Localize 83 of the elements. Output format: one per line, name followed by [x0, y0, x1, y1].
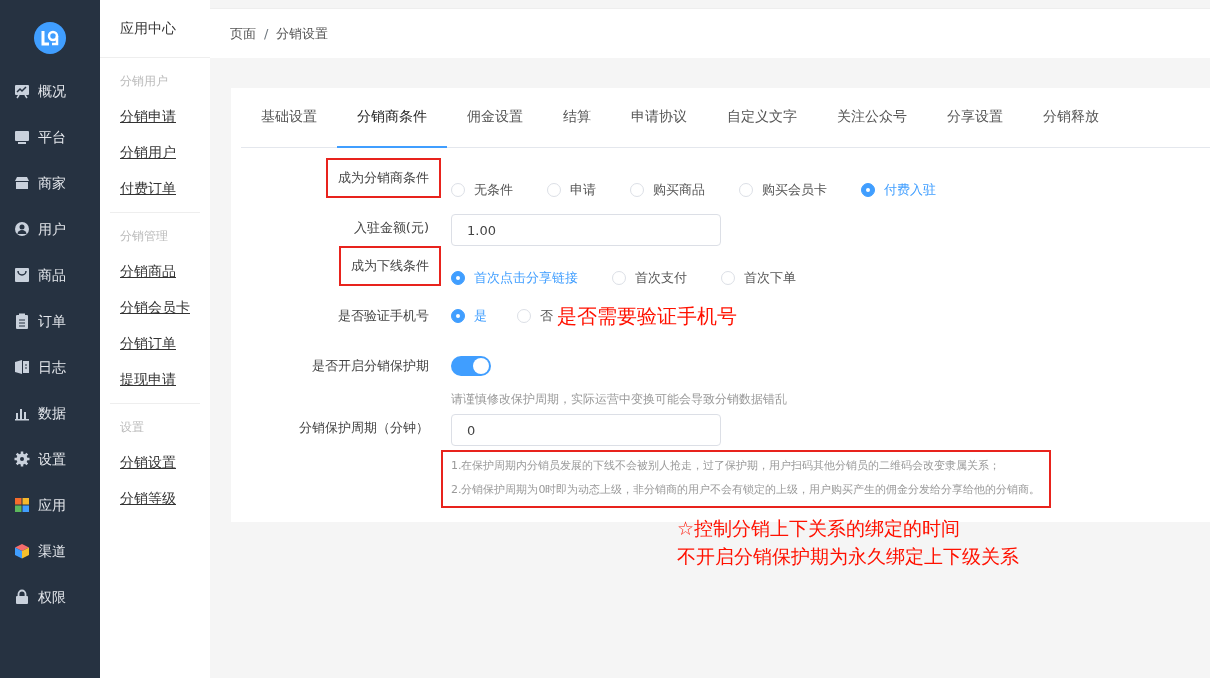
sidebar-label: 平台	[38, 127, 66, 147]
submenu-heading: 分销管理	[119, 228, 169, 245]
sidebar-label: 商家	[38, 173, 66, 193]
monitor-icon	[14, 129, 30, 145]
annotation-text: ☆控制分销上下关系的绑定的时间	[677, 516, 962, 541]
cube-icon	[14, 543, 30, 559]
sidebar-label: 设置	[38, 449, 66, 469]
annotation-text: 是否需要验证手机号	[557, 306, 737, 326]
tab[interactable]: 基础设置	[241, 88, 337, 148]
breadcrumb-item: 分销设置	[276, 24, 329, 43]
sidebar-label: 应用	[38, 495, 66, 515]
submenu-link[interactable]: 分销用户	[110, 134, 200, 170]
gear-icon	[14, 451, 30, 467]
radio-option[interactable]: 首次支付	[612, 268, 687, 288]
submenu-link[interactable]: 分销订单	[110, 325, 200, 361]
input-field[interactable]: 0	[451, 414, 721, 446]
radio-option[interactable]: 首次下单	[721, 268, 796, 288]
tab[interactable]: 结算	[543, 88, 611, 148]
sidebar-label: 日志	[38, 357, 66, 377]
breadcrumb-item[interactable]: 页面	[230, 23, 256, 44]
hint-text: 请谨慎修改保护周期，实际运营中变换可能会导致分销数据错乱	[451, 391, 787, 408]
sidebar-item[interactable]: 概况	[0, 68, 100, 114]
breadcrumb-separator: /	[264, 24, 269, 43]
tab[interactable]: 关注公众号	[817, 88, 927, 148]
lock-icon	[14, 589, 30, 605]
note-text: 1.在保护周期内分销员发展的下线不会被别人抢走，过了保护期，用户扫码其他分销员的二维码会改变隶属关系；	[451, 458, 1002, 474]
sidebar-label: 商品	[38, 265, 66, 285]
tab[interactable]: 佣金设置	[447, 88, 543, 148]
clipboard-icon	[14, 313, 30, 329]
field-label: 是否开启分销保护期	[311, 357, 430, 375]
sidebar-label: 用户	[38, 219, 66, 239]
sidebar-item[interactable]: 权限	[0, 574, 100, 620]
radio-option[interactable]: 申请	[547, 180, 596, 200]
sidebar-item[interactable]: 应用	[0, 482, 100, 528]
highlighted-label: 成为下线条件	[339, 246, 441, 286]
field-label: 入驻金额(元)	[352, 219, 430, 237]
store-icon	[14, 175, 30, 191]
sidebar-item[interactable]: 订单	[0, 298, 100, 344]
sidebar-label: 权限	[38, 587, 66, 607]
sidebar-item[interactable]: 商品	[0, 252, 100, 298]
submenu-link[interactable]: 分销申请	[110, 98, 200, 134]
sidebar-label: 订单	[38, 311, 66, 331]
tab[interactable]: 自定义文字	[707, 88, 817, 148]
note-text: 2.分销保护周期为0时即为动态上级，非分销商的用户不会有锁定的上级，用户购买产生的佣金分发给分享给他的分销商。	[451, 482, 1041, 498]
field-label: 是否验证手机号	[337, 307, 430, 325]
chart-icon	[14, 83, 30, 99]
radio-option[interactable]: 购买会员卡	[739, 180, 827, 200]
annotation-text: 不开启分销保护期为永久绑定上下级关系	[677, 544, 1020, 569]
apps-icon	[14, 497, 30, 513]
toggle-switch[interactable]	[451, 356, 491, 376]
sidebar-item[interactable]: 用户	[0, 206, 100, 252]
tab[interactable]: 分销释放	[1023, 88, 1119, 148]
field-label: 分销保护周期（分钟）	[298, 419, 430, 437]
highlighted-label: 成为分销商条件	[326, 158, 441, 198]
input-field[interactable]: 1.00	[451, 214, 721, 246]
tab[interactable]: 申请协议	[611, 88, 707, 148]
submenu-link[interactable]: 付费订单	[110, 170, 200, 206]
sidebar-item[interactable]: 数据	[0, 390, 100, 436]
submenu-title: 应用中心	[120, 19, 176, 38]
tab[interactable]: 分销商条件	[337, 88, 447, 148]
submenu-link[interactable]: 分销会员卡	[110, 289, 200, 325]
sidebar-item[interactable]: 设置	[0, 436, 100, 482]
submenu-link[interactable]: 提现申请	[110, 361, 200, 397]
user-icon	[14, 221, 30, 237]
sidebar-item[interactable]: 平台	[0, 114, 100, 160]
submenu-link[interactable]: 分销等级	[110, 480, 200, 516]
sidebar-item[interactable]: 日志	[0, 344, 100, 390]
logo-icon	[34, 22, 66, 54]
bag-icon	[14, 267, 30, 283]
radio-option[interactable]: 否	[517, 306, 553, 326]
sidebar-label: 概况	[38, 81, 66, 101]
radio-option[interactable]: 购买商品	[630, 180, 705, 200]
sidebar-label: 渠道	[38, 541, 66, 561]
submenu-link[interactable]: 分销设置	[110, 444, 200, 480]
sidebar-label: 数据	[38, 403, 66, 423]
submenu-heading: 分销用户	[119, 73, 169, 90]
submenu-link[interactable]: 分销商品	[110, 253, 200, 289]
tab[interactable]: 分享设置	[927, 88, 1023, 148]
book-icon	[14, 359, 30, 375]
submenu-heading: 设置	[119, 419, 145, 436]
radio-option[interactable]: 无条件	[451, 180, 513, 200]
sidebar-item[interactable]: 商家	[0, 160, 100, 206]
sidebar-item[interactable]: 渠道	[0, 528, 100, 574]
